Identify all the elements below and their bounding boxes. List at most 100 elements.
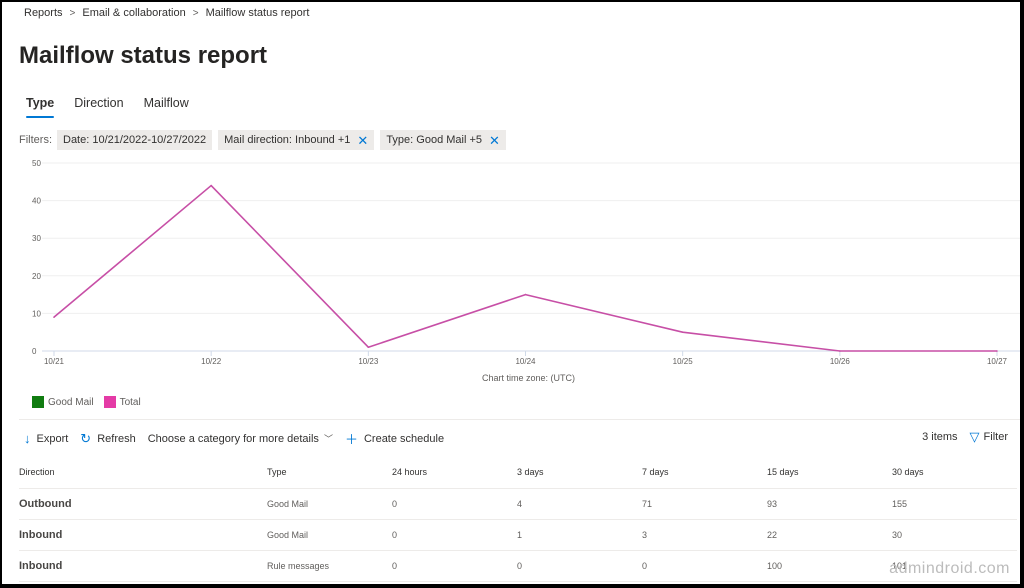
x-tick-label: 10/24 — [515, 357, 536, 366]
column-header-type[interactable]: Type — [267, 457, 392, 489]
data-point — [367, 346, 370, 349]
cell-direction: Outbound — [19, 488, 267, 520]
legend-swatch — [103, 396, 116, 408]
y-tick-label: 40 — [32, 197, 41, 206]
data-point — [681, 331, 684, 333]
x-tick-label: 10/21 — [44, 357, 65, 366]
chevron-right-icon: > — [69, 7, 76, 19]
x-tick-label: 10/27 — [987, 357, 1008, 366]
filter-chip-label: Date: 10/21/2022-10/27/2022 — [63, 134, 207, 146]
category-dropdown[interactable]: Choose a category for more details ﹀ — [148, 432, 333, 445]
cell-3-days: 4 — [517, 488, 642, 520]
legend-item-total[interactable]: Total — [103, 396, 141, 408]
cell-7-days: 0 — [642, 550, 767, 582]
report-page: Reports > Email & collaboration > Mailfl… — [2, 2, 1020, 584]
x-tick-label: 10/22 — [201, 357, 222, 366]
cell-30-days: 30 — [892, 519, 1017, 551]
download-icon: ↓ — [24, 431, 31, 446]
column-header-direction[interactable]: Direction — [19, 457, 267, 489]
cell-24-hours: 0 — [392, 519, 517, 551]
cell-type: Rule messages — [267, 550, 392, 582]
cell-type: Good Mail — [267, 519, 392, 551]
cell-24-hours: 0 — [392, 550, 517, 582]
breadcrumb-reports[interactable]: Reports — [24, 7, 63, 19]
data-point — [996, 350, 998, 352]
cell-15-days: 22 — [767, 519, 892, 551]
page-title: Mailflow status report — [19, 42, 268, 69]
chevron-right-icon: > — [192, 7, 199, 19]
refresh-label: Refresh — [97, 432, 136, 445]
cell-30-days: 155 — [892, 488, 1017, 520]
data-point — [839, 350, 841, 352]
cell-3-days: 1 — [517, 519, 642, 551]
plus-icon: ＋ — [344, 432, 358, 447]
table-header-row: Direction Type 24 hours 3 days 7 days 15… — [19, 457, 1017, 489]
create-schedule-button[interactable]: ＋ Create schedule — [345, 429, 444, 448]
tab-type[interactable]: Type — [26, 96, 55, 118]
cell-direction: Inbound — [19, 519, 267, 551]
tab-direction[interactable]: Direction — [74, 96, 123, 116]
column-header-24-hours[interactable]: 24 hours — [392, 457, 517, 489]
toolbar-right: 3 items ▽ Filter — [922, 429, 1008, 445]
y-tick-label: 0 — [32, 347, 37, 356]
filter-icon: ▽ — [969, 429, 980, 444]
x-tick-label: 10/25 — [673, 357, 694, 366]
filter-label: Filter — [983, 431, 1008, 443]
filter-chip-date[interactable]: Date: 10/21/2022-10/27/2022 — [57, 130, 213, 150]
filter-chip-type[interactable]: Type: Good Mail +5 ✕ — [380, 130, 506, 150]
cell-7-days: 71 — [642, 488, 767, 520]
data-point — [524, 293, 527, 296]
filter-button[interactable]: ▽ Filter — [970, 429, 1008, 445]
y-tick-label: 30 — [32, 234, 41, 243]
column-header-30-days[interactable]: 30 days — [892, 457, 1017, 489]
filter-chip-label: Type: Good Mail +5 — [386, 134, 483, 146]
chart-legend: Good Mail Total — [32, 396, 151, 408]
breadcrumb: Reports > Email & collaboration > Mailfl… — [24, 7, 310, 19]
refresh-icon: ↻ — [80, 430, 92, 446]
table-row[interactable]: Outbound Good Mail 0 4 71 93 155 — [19, 488, 1017, 520]
legend-swatch — [32, 396, 44, 408]
column-header-7-days[interactable]: 7 days — [642, 457, 767, 489]
mailflow-line-chart: 0 10 20 30 40 50 10/21 10/22 10/23 10/24 10/25 10/2… — [32, 159, 1020, 383]
cell-7-days: 3 — [642, 519, 767, 551]
x-axis-label: Chart time zone: (UTC) — [482, 373, 575, 383]
filters-label: Filters: — [19, 134, 52, 146]
report-table: Direction Type 24 hours 3 days 7 days 15… — [19, 457, 1017, 582]
y-tick-label: 20 — [32, 272, 41, 281]
toolbar: ↓ Export ↻ Refresh Choose a category for… — [24, 429, 456, 448]
filters-bar: Filters: Date: 10/21/2022-10/27/2022 Mai… — [19, 130, 512, 150]
x-tick-label: 10/23 — [358, 357, 379, 366]
category-label: Choose a category for more details — [147, 432, 319, 445]
close-icon[interactable]: ✕ — [357, 134, 368, 147]
data-point — [210, 184, 212, 187]
export-button[interactable]: ↓ Export — [24, 431, 68, 446]
chevron-down-icon: ﹀ — [323, 434, 333, 444]
column-header-3-days[interactable]: 3 days — [517, 457, 642, 489]
x-tick-label: 10/26 — [830, 357, 851, 366]
cell-15-days: 93 — [767, 488, 892, 520]
legend-label: Total — [119, 396, 141, 408]
cell-direction: Inbound — [19, 550, 267, 582]
cell-3-days: 0 — [517, 550, 642, 582]
create-schedule-label: Create schedule — [363, 432, 445, 445]
cell-24-hours: 0 — [392, 488, 517, 520]
divider — [19, 419, 1020, 420]
cell-15-days: 100 — [767, 550, 892, 582]
legend-item-good-mail[interactable]: Good Mail — [32, 396, 94, 408]
table-row[interactable]: Inbound Rule messages 0 0 0 100 101 — [19, 550, 1017, 582]
y-tick-label: 10 — [32, 309, 41, 318]
legend-label: Good Mail — [48, 396, 94, 408]
column-header-15-days[interactable]: 15 days — [767, 457, 892, 489]
close-icon[interactable]: ✕ — [489, 134, 500, 147]
breadcrumb-current: Mailflow status report — [205, 7, 310, 19]
table-row[interactable]: Inbound Good Mail 0 1 3 22 30 — [19, 519, 1017, 551]
series-line-total — [53, 184, 997, 352]
breadcrumb-email-collaboration[interactable]: Email & collaboration — [82, 7, 185, 19]
watermark: admindroid.com — [889, 560, 1010, 577]
tab-mailflow[interactable]: Mailflow — [144, 96, 189, 116]
y-tick-label: 50 — [32, 159, 41, 168]
report-tabs: Type Direction Mailflow — [26, 96, 209, 118]
refresh-button[interactable]: ↻ Refresh — [80, 431, 135, 447]
filter-chip-mail-direction[interactable]: Mail direction: Inbound +1 ✕ — [218, 130, 375, 150]
data-point — [53, 316, 55, 318]
